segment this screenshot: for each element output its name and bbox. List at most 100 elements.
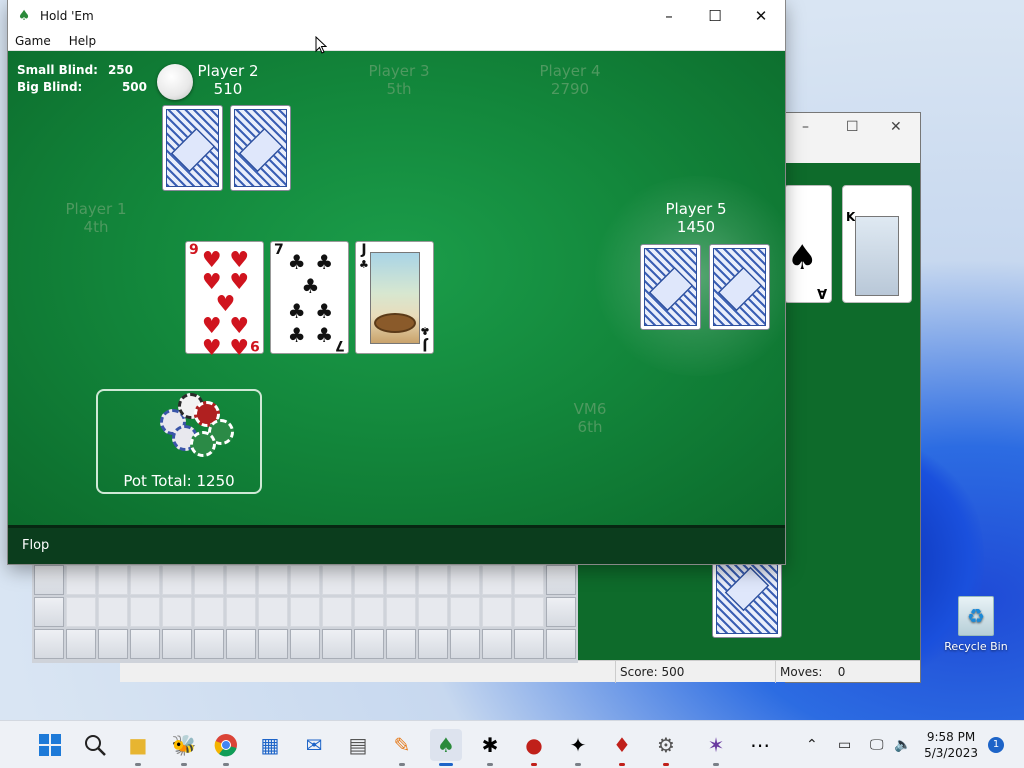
mine-cell[interactable] xyxy=(130,597,160,627)
maximize-icon[interactable]: ☐ xyxy=(846,119,859,135)
taskbar-cards[interactable]: ♦ xyxy=(606,729,638,766)
maximize-button[interactable]: ☐ xyxy=(692,0,738,31)
search-button[interactable] xyxy=(79,729,111,761)
mine-cell[interactable] xyxy=(194,597,224,627)
tray-keyboard[interactable]: ▭ xyxy=(838,721,851,768)
solitaire-card-ace-spades[interactable]: ♠ A xyxy=(784,185,832,303)
community-card-jack-clubs: J ♣ J ♣ xyxy=(355,241,434,354)
mine-cell[interactable] xyxy=(546,565,576,595)
minimize-icon[interactable]: – xyxy=(802,119,809,135)
menu-game[interactable]: Game xyxy=(15,34,51,48)
mine-cell[interactable] xyxy=(514,629,544,659)
minimize-button[interactable]: – xyxy=(646,0,692,31)
mine-cell[interactable] xyxy=(546,597,576,627)
hold-em-icon: ♠ xyxy=(437,733,455,757)
mine-cell[interactable] xyxy=(514,597,544,627)
taskbar-mail[interactable]: ✉ xyxy=(298,729,330,761)
mine-cell[interactable] xyxy=(386,629,416,659)
taskbar-minesweeper[interactable]: ✱ xyxy=(474,729,506,766)
mine-cell[interactable] xyxy=(322,565,352,595)
community-card-7-clubs: 7 ♣ ♣ ♣ ♣ ♣ ♣ ♣ 7 xyxy=(270,241,349,354)
big-blind-value: 500 xyxy=(121,80,148,94)
mine-cell[interactable] xyxy=(258,565,288,595)
mine-cell[interactable] xyxy=(290,597,320,627)
player-3-seat: Player 3 5th xyxy=(339,62,459,98)
ladybug-icon: ● xyxy=(525,733,543,757)
taskbar-chrome[interactable] xyxy=(210,729,242,766)
taskbar-hold-em[interactable]: ♠ xyxy=(430,729,462,766)
mine-cell[interactable] xyxy=(34,597,64,627)
mine-cell[interactable] xyxy=(226,597,256,627)
mine-cell[interactable] xyxy=(162,565,192,595)
close-icon[interactable]: ✕ xyxy=(890,119,902,135)
mine-cell[interactable] xyxy=(258,629,288,659)
taskbar-ladybug[interactable]: ● xyxy=(518,729,550,766)
mine-cell[interactable] xyxy=(98,565,128,595)
mine-cell[interactable] xyxy=(386,597,416,627)
mine-cell[interactable] xyxy=(130,565,160,595)
clock-time: 9:58 PM xyxy=(926,730,976,744)
mine-cell[interactable] xyxy=(66,629,96,659)
show-hidden-icons[interactable]: ⌃ xyxy=(806,721,818,768)
taskbar-more[interactable]: ⋯ xyxy=(744,729,776,761)
taskbar-file-explorer[interactable]: ■ xyxy=(122,729,154,766)
mine-cell[interactable] xyxy=(98,597,128,627)
more-icon: ⋯ xyxy=(750,733,770,757)
mine-cell[interactable] xyxy=(450,565,480,595)
mine-cell[interactable] xyxy=(290,565,320,595)
mine-cell[interactable] xyxy=(482,597,512,627)
taskbar-spider-solitaire[interactable]: ✶ xyxy=(700,729,732,766)
taskbar-paint[interactable]: ✎ xyxy=(386,729,418,766)
mine-cell[interactable] xyxy=(34,629,64,659)
mine-cell[interactable] xyxy=(354,629,384,659)
mine-cell[interactable] xyxy=(482,565,512,595)
taskbar-spider[interactable]: ✦ xyxy=(562,729,594,766)
mine-cell[interactable] xyxy=(194,565,224,595)
game-status-bar: Flop xyxy=(8,525,785,564)
mine-cell[interactable] xyxy=(130,629,160,659)
mine-cell[interactable] xyxy=(450,597,480,627)
mine-cell[interactable] xyxy=(418,629,448,659)
taskbar-calculator[interactable]: ▤ xyxy=(342,729,374,761)
mine-cell[interactable] xyxy=(162,597,192,627)
taskbar-gear[interactable]: ⚙ xyxy=(650,729,682,766)
notification-badge[interactable]: 1 xyxy=(988,737,1004,753)
mine-cell[interactable] xyxy=(418,565,448,595)
mine-cell[interactable] xyxy=(418,597,448,627)
mine-cell[interactable] xyxy=(354,565,384,595)
solitaire-card-king-spades[interactable]: K xyxy=(842,185,912,303)
tray-network[interactable]: 🖵 xyxy=(870,721,884,768)
tray-volume[interactable]: 🔈 xyxy=(894,721,911,768)
mine-cell[interactable] xyxy=(226,565,256,595)
mine-cell[interactable] xyxy=(66,565,96,595)
mine-cell[interactable] xyxy=(98,629,128,659)
holdem-window: ♠ Hold 'Em – ☐ ✕ Game Help Small Blind: 2… xyxy=(8,0,785,564)
mine-cell[interactable] xyxy=(290,629,320,659)
taskbar-bee-app[interactable]: 🐝 xyxy=(168,729,200,766)
mine-cell[interactable] xyxy=(322,597,352,627)
mine-cell[interactable] xyxy=(66,597,96,627)
recycle-bin[interactable]: ♻ Recycle Bin xyxy=(938,596,1014,653)
mine-cell[interactable] xyxy=(482,629,512,659)
chip-stack-icon xyxy=(150,387,246,463)
mine-cell[interactable] xyxy=(514,565,544,595)
menu-help[interactable]: Help xyxy=(69,34,96,48)
mine-cell[interactable] xyxy=(386,565,416,595)
mine-cell[interactable] xyxy=(162,629,192,659)
minesweeper-grid[interactable] xyxy=(32,563,578,663)
close-button[interactable]: ✕ xyxy=(738,0,784,31)
start-button[interactable] xyxy=(34,729,66,761)
mine-cell[interactable] xyxy=(450,629,480,659)
player-name: Player 1 xyxy=(65,200,127,218)
mine-cell[interactable] xyxy=(322,629,352,659)
mine-cell[interactable] xyxy=(546,629,576,659)
mine-cell[interactable] xyxy=(354,597,384,627)
player-chips: 1450 xyxy=(676,218,716,236)
taskbar-store[interactable]: ▦ xyxy=(254,729,286,761)
mine-cell[interactable] xyxy=(258,597,288,627)
player-5-seat: Player 5 1450 xyxy=(636,200,756,236)
mine-cell[interactable] xyxy=(226,629,256,659)
clock[interactable]: 9:58 PM 5/3/2023 xyxy=(924,729,978,761)
mine-cell[interactable] xyxy=(34,565,64,595)
mine-cell[interactable] xyxy=(194,629,224,659)
